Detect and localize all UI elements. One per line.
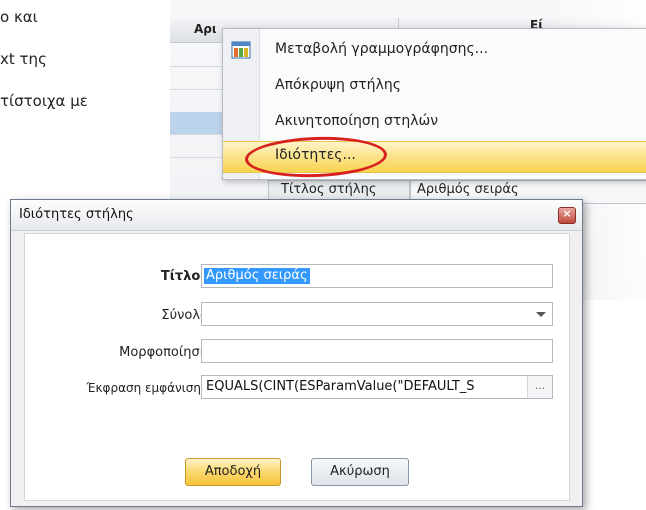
menu-item-freeze-columns[interactable]: Ακινητοποίηση στηλών — [223, 107, 646, 137]
menu-item-hide-column-label: Απόκρυψη στήλης — [275, 77, 401, 93]
menu-item-change-layout[interactable]: Μεταβολή γραμμογράφησης... — [223, 35, 646, 65]
grid-row-selected[interactable] — [170, 112, 230, 135]
grid-layout-icon — [231, 41, 251, 59]
ok-button[interactable]: Αποδοχή — [185, 458, 281, 486]
doc-text-line-3: τίστοιχα με — [0, 92, 88, 110]
expression-input-value: EQUALS(CINT(ESParamValue("DEFAULT_S — [206, 379, 475, 394]
doc-text-line-2: xt της — [0, 50, 47, 68]
menu-item-freeze-columns-label: Ακινητοποίηση στηλών — [275, 113, 439, 129]
menu-item-change-layout-label: Μεταβολή γραμμογράφησης... — [275, 41, 489, 57]
chevron-down-icon[interactable] — [536, 312, 546, 317]
total-select[interactable] — [201, 302, 553, 326]
close-icon: × — [562, 207, 572, 220]
expression-browse-button[interactable]: ... — [527, 376, 552, 398]
format-label: Μορφοποίηση — [119, 345, 208, 360]
grid-row[interactable] — [170, 44, 230, 67]
menu-item-hide-column[interactable]: Απόκρυψη στήλης — [223, 71, 646, 101]
format-input[interactable] — [201, 339, 553, 363]
close-button[interactable]: × — [558, 207, 576, 224]
expression-label: Έκφραση εμφάνισης — [86, 381, 208, 395]
dialog-title: Ιδιότητες στήλης — [19, 207, 134, 222]
column-properties-dialog: Ιδιότητες στήλης × Τίτλος Αριθμός σειράς… — [10, 199, 583, 507]
grid-row[interactable] — [170, 135, 230, 158]
expression-input[interactable]: EQUALS(CINT(ESParamValue("DEFAULT_S ... — [201, 375, 553, 399]
grid-header-col1[interactable]: Αρι — [194, 22, 217, 36]
doc-text-line-1: ο και — [0, 8, 38, 26]
peek-cell-title-label-text: Τίτλος στήλης — [281, 182, 377, 197]
dialog-title-bar[interactable]: Ιδιότητες στήλης × — [11, 200, 582, 231]
cancel-button[interactable]: Ακύρωση — [311, 458, 409, 486]
dialog-body: Τίτλος Αριθμός σειράς Σύνολο Μορφοποίηση… — [24, 233, 570, 501]
peek-cell-title-value-text: Αριθμός σειράς — [417, 182, 519, 197]
grid-row[interactable] — [170, 67, 230, 90]
title-input-value: Αριθμός σειράς — [204, 268, 310, 284]
title-input[interactable]: Αριθμός σειράς — [201, 264, 553, 288]
